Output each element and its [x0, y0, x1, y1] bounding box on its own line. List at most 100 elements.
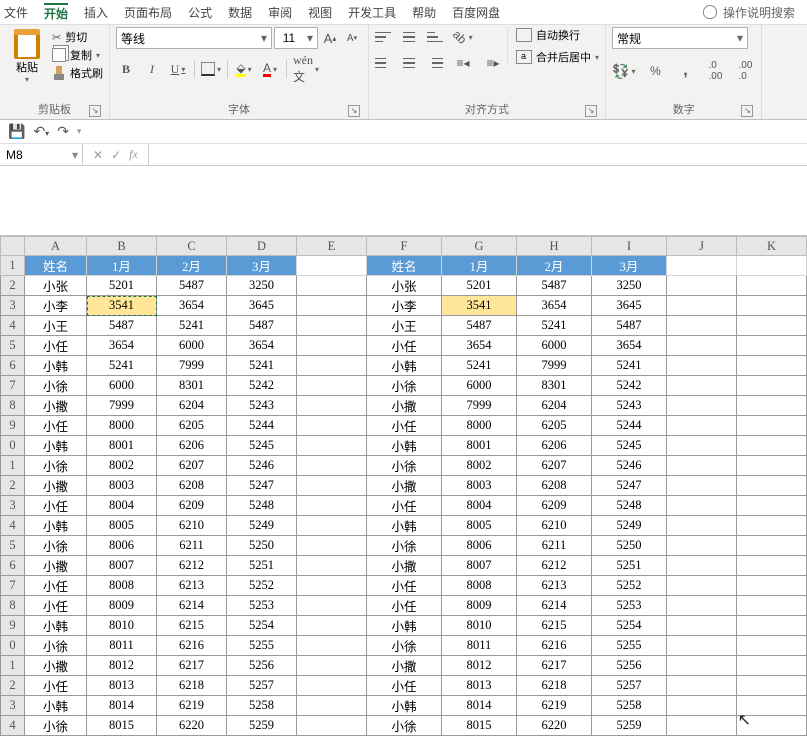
cell[interactable]: 5259 [227, 716, 297, 736]
font-size-input[interactable] [275, 31, 303, 45]
cell[interactable]: 8002 [87, 456, 157, 476]
row-header[interactable]: 7 [1, 576, 25, 596]
cell[interactable]: 6212 [517, 556, 592, 576]
cell[interactable]: 3250 [592, 276, 667, 296]
cell[interactable] [667, 516, 737, 536]
row-header[interactable]: 2 [1, 476, 25, 496]
cell[interactable]: 5242 [592, 376, 667, 396]
cell[interactable] [737, 576, 807, 596]
cell[interactable] [667, 576, 737, 596]
cell[interactable]: 3645 [227, 296, 297, 316]
cell[interactable]: 6216 [157, 636, 227, 656]
col-header-C[interactable]: C [157, 237, 227, 256]
bold-button[interactable]: B [116, 59, 136, 79]
cell[interactable]: 6210 [517, 516, 592, 536]
cell[interactable]: 8012 [87, 656, 157, 676]
cell[interactable]: 小韩 [367, 356, 442, 376]
cell[interactable]: 6205 [157, 416, 227, 436]
cell[interactable]: 3月 [227, 256, 297, 276]
cell[interactable] [737, 656, 807, 676]
cell[interactable]: 8014 [442, 696, 517, 716]
cell[interactable]: 6000 [87, 376, 157, 396]
cell[interactable]: 3654 [592, 336, 667, 356]
cell[interactable]: 小韩 [367, 436, 442, 456]
paste-button[interactable]: 粘贴 ▾ [6, 27, 48, 84]
cell[interactable]: 8012 [442, 656, 517, 676]
cell[interactable] [737, 636, 807, 656]
cell[interactable] [297, 716, 367, 736]
cell[interactable] [297, 276, 367, 296]
cell[interactable] [737, 396, 807, 416]
cell[interactable]: 8006 [87, 536, 157, 556]
cell[interactable] [667, 276, 737, 296]
cell[interactable]: 5244 [592, 416, 667, 436]
row-header[interactable]: 9 [1, 416, 25, 436]
cell[interactable] [297, 676, 367, 696]
cell[interactable] [737, 436, 807, 456]
cell[interactable]: 8015 [87, 716, 157, 736]
cell[interactable]: 姓名 [367, 256, 442, 276]
chevron-down-icon[interactable]: ▾ [68, 148, 82, 162]
cell[interactable] [667, 696, 737, 716]
row-header[interactable]: 3 [1, 296, 25, 316]
cell[interactable]: 6214 [157, 596, 227, 616]
menu-dev[interactable]: 开发工具 [348, 4, 396, 21]
cell[interactable]: 6206 [517, 436, 592, 456]
percent-button[interactable]: % [645, 61, 665, 81]
row-header[interactable]: 1 [1, 256, 25, 276]
cell[interactable]: 小撒 [25, 396, 87, 416]
undo-button[interactable]: ↶▾ [33, 123, 49, 140]
cell[interactable] [667, 716, 737, 736]
cell[interactable]: 5487 [592, 316, 667, 336]
cell[interactable]: 5487 [157, 276, 227, 296]
phonetic-button[interactable]: wén文 [293, 59, 319, 79]
cell[interactable]: 8003 [87, 476, 157, 496]
insert-function-button[interactable]: fx [129, 147, 138, 162]
cell[interactable] [737, 456, 807, 476]
cell[interactable]: 8003 [442, 476, 517, 496]
cell[interactable]: 6000 [517, 336, 592, 356]
cell[interactable]: 7999 [442, 396, 517, 416]
cell[interactable]: 小撒 [367, 656, 442, 676]
cell[interactable]: 小韩 [367, 696, 442, 716]
row-header[interactable]: 9 [1, 616, 25, 636]
chevron-down-icon[interactable]: ▾ [733, 31, 747, 45]
cell[interactable] [297, 416, 367, 436]
cell[interactable]: 5201 [442, 276, 517, 296]
cell[interactable]: 6217 [157, 656, 227, 676]
cell[interactable]: 6204 [157, 396, 227, 416]
cell[interactable]: 8014 [87, 696, 157, 716]
cell[interactable]: 8011 [87, 636, 157, 656]
cell[interactable]: 6000 [157, 336, 227, 356]
cell[interactable] [297, 296, 367, 316]
cell[interactable] [297, 376, 367, 396]
cell[interactable] [737, 316, 807, 336]
col-header-A[interactable]: A [25, 237, 87, 256]
cell[interactable]: 小徐 [25, 536, 87, 556]
cell[interactable]: 5243 [592, 396, 667, 416]
cell[interactable]: 6215 [517, 616, 592, 636]
cell[interactable]: 小撒 [25, 656, 87, 676]
cell[interactable]: 小撒 [25, 556, 87, 576]
cell[interactable]: 6209 [517, 496, 592, 516]
cell[interactable]: 小徐 [25, 716, 87, 736]
cell[interactable] [297, 616, 367, 636]
cell[interactable]: 5256 [227, 656, 297, 676]
cell[interactable]: 小任 [367, 596, 442, 616]
cell[interactable]: 小任 [367, 496, 442, 516]
cell[interactable] [667, 396, 737, 416]
cell[interactable]: 小李 [25, 296, 87, 316]
cell[interactable]: 小任 [367, 676, 442, 696]
cell[interactable] [297, 696, 367, 716]
cell[interactable]: 8301 [157, 376, 227, 396]
cell[interactable]: 6204 [517, 396, 592, 416]
cell[interactable]: 6209 [157, 496, 227, 516]
cell[interactable]: 5487 [227, 316, 297, 336]
cell[interactable]: 6213 [517, 576, 592, 596]
col-header-H[interactable]: H [517, 237, 592, 256]
cell[interactable]: 5241 [517, 316, 592, 336]
format-painter-button[interactable]: 格式刷 [52, 65, 103, 81]
cell[interactable]: 3654 [87, 336, 157, 356]
dialog-launcher-icon[interactable]: ↘ [89, 105, 101, 117]
decrease-indent-button[interactable]: ≡◂ [453, 53, 473, 73]
